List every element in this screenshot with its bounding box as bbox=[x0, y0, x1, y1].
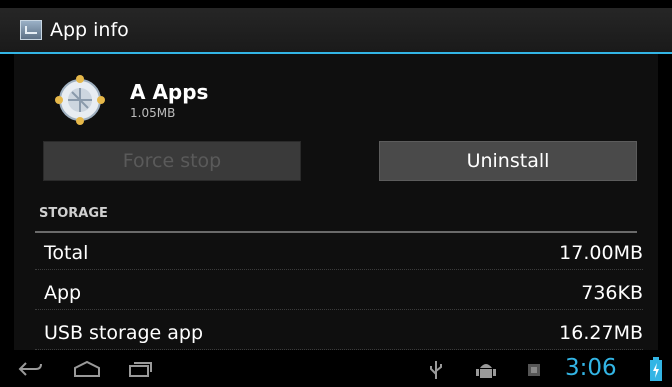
action-bar: App info bbox=[0, 8, 672, 54]
uninstall-button[interactable]: Uninstall bbox=[379, 141, 637, 181]
battery-icon bbox=[650, 357, 662, 381]
force-stop-button[interactable]: Force stop bbox=[43, 141, 301, 181]
storage-row-label: USB storage app bbox=[44, 321, 204, 344]
back-icon[interactable] bbox=[17, 360, 43, 378]
storage-row-usb: USB storage app 16.27MB bbox=[35, 316, 643, 350]
usb-icon bbox=[430, 361, 442, 379]
settings-app-icon[interactable] bbox=[20, 20, 42, 40]
home-icon[interactable] bbox=[72, 360, 102, 378]
android-debug-icon bbox=[476, 364, 496, 378]
storage-section-header: STORAGE bbox=[39, 206, 108, 221]
status-clock: 3:06 bbox=[565, 355, 617, 381]
notification-icon bbox=[528, 364, 540, 376]
storage-row-value: 736KB bbox=[581, 281, 643, 304]
recent-apps-icon[interactable] bbox=[127, 360, 153, 378]
storage-row-app: App 736KB bbox=[35, 276, 643, 310]
storage-row-value: 17.00MB bbox=[559, 241, 643, 264]
section-divider bbox=[35, 231, 637, 233]
page-title: App info bbox=[50, 19, 129, 41]
storage-row-total: Total 17.00MB bbox=[35, 236, 643, 270]
app-icon bbox=[55, 75, 105, 125]
app-info-panel: A Apps 1.05MB Force stop Uninstall STORA… bbox=[14, 54, 658, 350]
storage-row-label: Total bbox=[44, 241, 89, 264]
app-size: 1.05MB bbox=[130, 106, 176, 120]
app-header: A Apps 1.05MB bbox=[14, 54, 658, 134]
status-bar-top bbox=[0, 0, 672, 8]
app-name: A Apps bbox=[130, 80, 209, 104]
storage-row-value: 16.27MB bbox=[559, 321, 643, 344]
storage-row-label: App bbox=[44, 281, 82, 304]
